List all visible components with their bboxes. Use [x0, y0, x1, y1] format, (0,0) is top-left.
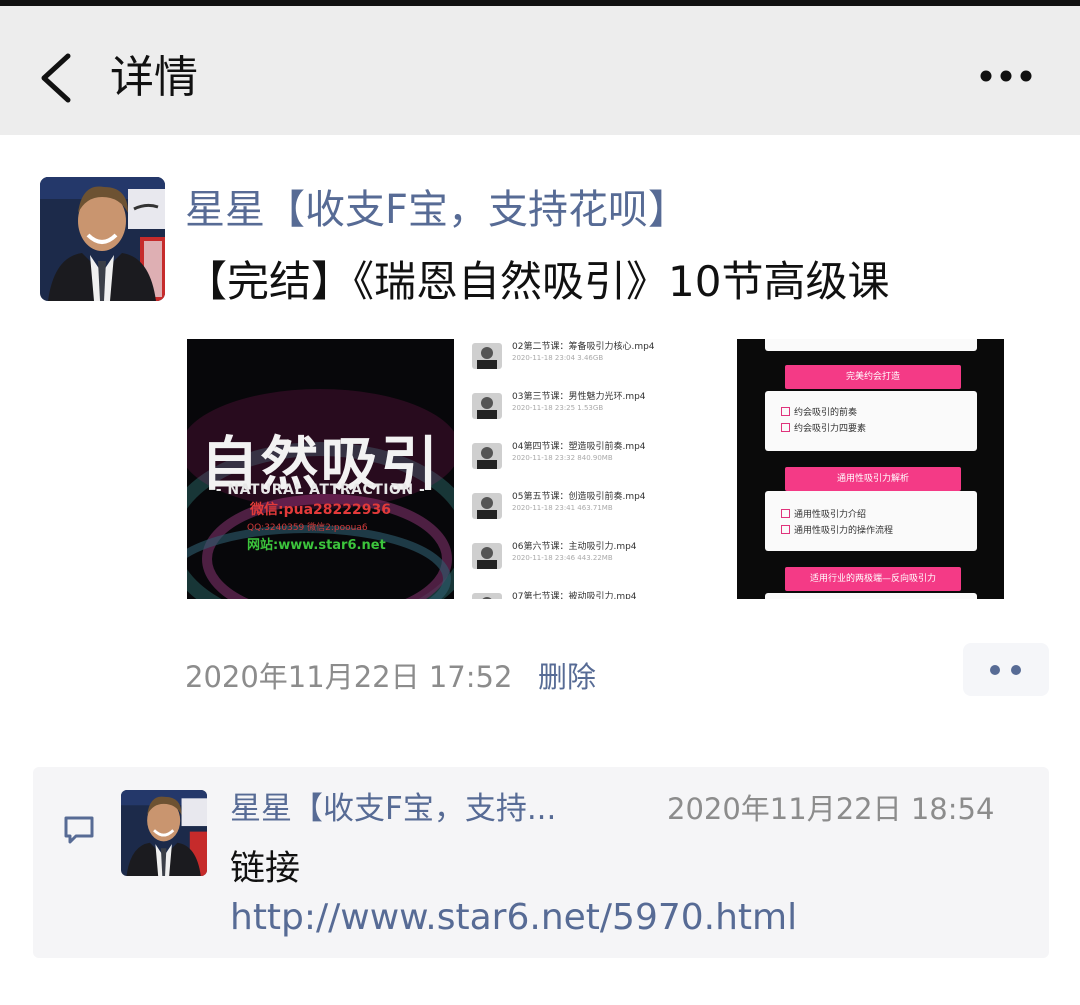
video-thumb-icon: [472, 443, 502, 469]
comment-link[interactable]: http://www.star6.net/5970.html: [230, 893, 797, 943]
image-wechat: 微信:pua28222936: [250, 502, 391, 518]
author-avatar[interactable]: [40, 177, 165, 301]
image-site: 网站:www.star6.net: [247, 538, 386, 553]
author-name[interactable]: 星星【收支F宝，支持花呗】: [185, 184, 688, 236]
image-qq: QQ:3240359 微信2:pooua6: [247, 523, 368, 533]
post-text: 【完结】《瑞恩自然吸引》10节高级课: [185, 257, 890, 306]
list-item: 02第二节课：筹备吸引力核心.mp4 2020-11-18 23:04 3.46…: [470, 339, 715, 385]
chevron-left-icon[interactable]: [36, 52, 76, 104]
outline-heading: 通用性吸引力解析: [785, 467, 961, 491]
commenter-name[interactable]: 星星【收支F宝，支持...: [230, 786, 556, 832]
comment-timestamp: 2020年11月22日 18:54: [667, 792, 995, 826]
post-timestamp: 2020年11月22日 17:52: [185, 660, 513, 694]
title-bar: 详情: [0, 0, 1080, 135]
comment-menu-button[interactable]: [963, 643, 1049, 696]
delete-button[interactable]: 删除: [538, 655, 596, 699]
comment-text: 链接: [230, 849, 301, 889]
video-thumb-icon: [472, 543, 502, 569]
video-thumb-icon: [472, 393, 502, 419]
video-thumb-icon: [472, 343, 502, 369]
post-image-2[interactable]: 02第二节课：筹备吸引力核心.mp4 2020-11-18 23:04 3.46…: [454, 339, 721, 599]
video-thumb-icon: [472, 493, 502, 519]
video-thumb-icon: [472, 593, 502, 599]
post-image-3[interactable]: 完美约会打造 约会吸引的前奏 约会吸引力四要素 通用性吸引力解析 通用性吸引力介…: [737, 339, 1004, 599]
commenter-avatar[interactable]: [121, 790, 207, 876]
outline-card: 约会吸引的前奏 约会吸引力四要素: [765, 391, 977, 451]
comment-icon: [64, 816, 94, 844]
outline-card: 通用性吸引力介绍 通用性吸引力的操作流程: [765, 491, 977, 551]
list-item: 04第四节课：塑造吸引前奏.mp4 2020-11-18 23:32 840.9…: [470, 439, 715, 485]
dot-icon: [990, 665, 1000, 675]
outline-card: [765, 593, 977, 599]
outline-heading: 完美约会打造: [785, 365, 961, 389]
post-image-1[interactable]: 自然吸引 - NATURAL ATTRACTION - 微信:pua282229…: [187, 339, 454, 599]
more-horizontal-icon[interactable]: [978, 66, 1034, 90]
list-item: 07第七节课：被动吸引力.mp4: [470, 589, 715, 599]
list-item: 06第六节课：主动吸引力.mp4 2020-11-18 23:46 443.22…: [470, 539, 715, 585]
page-title: 详情: [110, 52, 198, 103]
outline-card: [765, 339, 977, 351]
list-item: 05第五节课：创造吸引前奏.mp4 2020-11-18 23:41 463.7…: [470, 489, 715, 535]
list-item: 03第三节课：男性魅力光环.mp4 2020-11-18 23:25 1.53G…: [470, 389, 715, 435]
dot-icon: [1011, 665, 1021, 675]
outline-heading: 适用行业的两极端—反向吸引力: [785, 567, 961, 591]
image-subtitle: - NATURAL ATTRACTION -: [215, 482, 426, 498]
